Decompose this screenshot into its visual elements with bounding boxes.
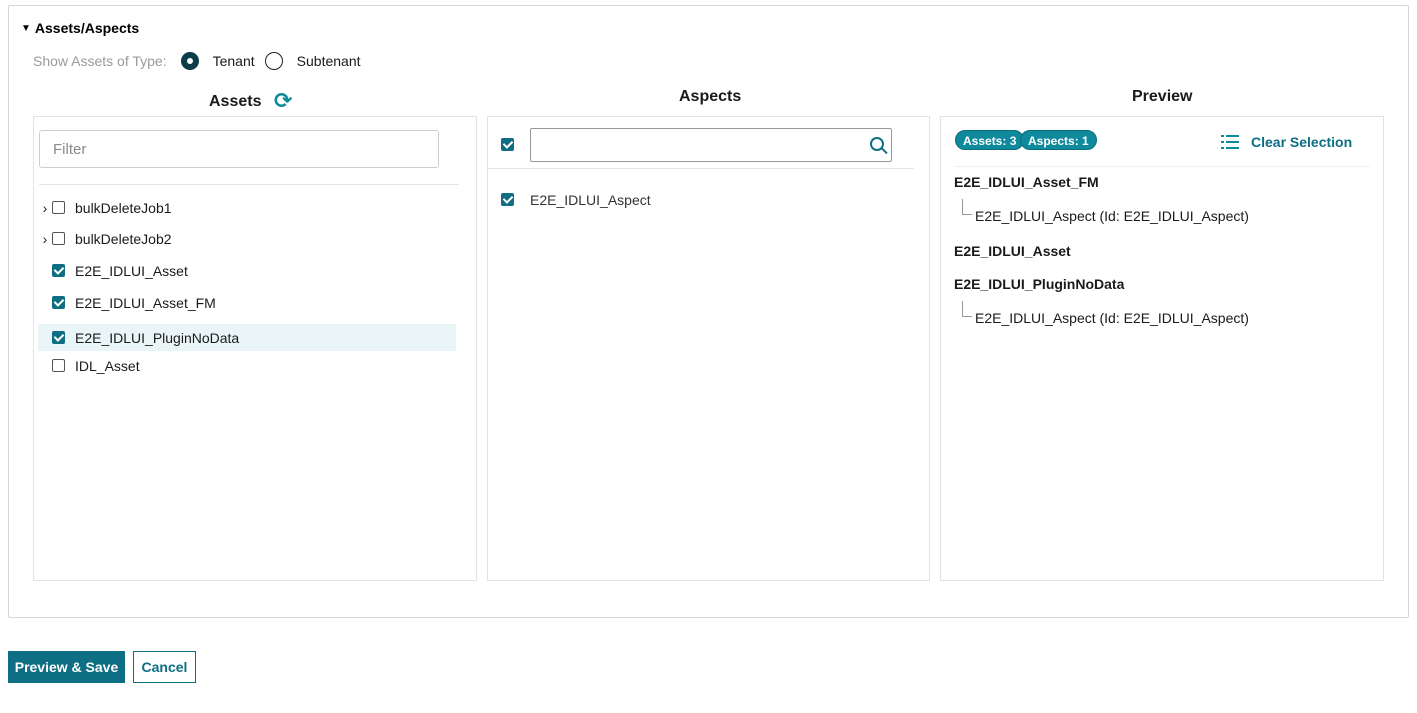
section-toggle[interactable]: ▼ Assets/Aspects [21, 20, 139, 36]
checkbox[interactable] [52, 296, 65, 309]
tree-item-bulkdeletejob2[interactable]: › bulkDeleteJob2 [38, 225, 456, 252]
search-icon[interactable] [870, 137, 884, 151]
asset-type-label: Show Assets of Type: [33, 53, 167, 69]
tree-item-label: E2E_IDLUI_PluginNoData [75, 329, 240, 346]
aspect-item[interactable]: E2E_IDLUI_Aspect [501, 186, 901, 213]
select-all-checkbox[interactable] [501, 138, 514, 151]
preview-aspect-3: E2E_IDLUI_Aspect (Id: E2E_IDLUI_Aspect) [975, 310, 1249, 326]
preview-asset-3: E2E_IDLUI_PluginNoData [954, 276, 1125, 292]
asset-type-selector: Show Assets of Type: Tenant Subtenant [33, 52, 371, 70]
list-icon [1221, 134, 1239, 150]
checkbox[interactable] [52, 331, 65, 344]
aspects-title: Aspects [679, 88, 742, 105]
preview-asset-1: E2E_IDLUI_Asset_FM [954, 174, 1099, 190]
assets-aspects-section: ▼ Assets/Aspects Show Assets of Type: Te… [8, 5, 1409, 618]
clear-selection-label: Clear Selection [1251, 134, 1353, 150]
caret-down-icon: ▼ [21, 22, 31, 34]
tree-item-idl-asset[interactable]: IDL_Asset [38, 352, 456, 379]
chevron-right-icon[interactable]: › [38, 200, 52, 216]
filter-input[interactable] [39, 130, 439, 168]
tree-item-label: bulkDeleteJob2 [75, 230, 172, 247]
aspects-divider [488, 168, 914, 169]
preview-panel: Assets: 3 Aspects: 1 Clear Selection E2E… [940, 116, 1384, 581]
preview-aspect-1: E2E_IDLUI_Aspect (Id: E2E_IDLUI_Aspect) [975, 208, 1249, 224]
clear-selection-button[interactable]: Clear Selection [1221, 134, 1352, 150]
radio-tenant-label[interactable]: Tenant [213, 53, 255, 69]
tree-item-label: E2E_IDLUI_Asset_FM [75, 294, 216, 311]
radio-subtenant-label[interactable]: Subtenant [297, 53, 361, 69]
checkbox[interactable] [501, 193, 514, 206]
checkbox[interactable] [52, 359, 65, 372]
assets-title: Assets ⟳ [209, 88, 292, 114]
preview-divider [954, 166, 1370, 167]
preview-save-button[interactable]: Preview & Save [8, 651, 125, 683]
aspects-panel: E2E_IDLUI_Aspect [487, 116, 930, 581]
tree-item-label: bulkDeleteJob1 [75, 199, 172, 216]
aspect-search-input[interactable] [530, 128, 892, 162]
aspect-item-label: E2E_IDLUI_Aspect [530, 191, 651, 208]
tree-item-e2e-idlui-pluginnodata[interactable]: E2E_IDLUI_PluginNoData [38, 324, 456, 351]
preview-title: Preview [1132, 88, 1193, 105]
tree-item-e2e-idlui-asset-fm[interactable]: E2E_IDLUI_Asset_FM [38, 289, 456, 316]
radio-subtenant[interactable] [264, 52, 283, 70]
tree-connector [962, 199, 972, 215]
radio-tenant[interactable] [180, 52, 199, 70]
tree-item-e2e-idlui-asset[interactable]: E2E_IDLUI_Asset [38, 257, 456, 284]
assets-panel: › bulkDeleteJob1 › bulkDeleteJob2 E2E_ID… [33, 116, 477, 581]
preview-asset-2: E2E_IDLUI_Asset [954, 243, 1071, 259]
checkbox[interactable] [52, 201, 65, 214]
tree-item-label: E2E_IDLUI_Asset [75, 262, 188, 279]
aspects-count-badge: Aspects: 1 [1020, 130, 1097, 150]
cancel-button[interactable]: Cancel [133, 651, 196, 683]
checkbox[interactable] [52, 232, 65, 245]
tree-item-bulkdeletejob1[interactable]: › bulkDeleteJob1 [38, 194, 456, 221]
refresh-icon[interactable]: ⟳ [274, 88, 292, 113]
section-title: Assets/Aspects [34, 20, 140, 36]
assets-count-badge: Assets: 3 [955, 130, 1025, 150]
chevron-right-icon[interactable]: › [38, 231, 52, 247]
tree-connector [962, 301, 972, 317]
checkbox[interactable] [52, 264, 65, 277]
assets-title-text: Assets [209, 93, 262, 110]
assets-divider [39, 184, 459, 185]
tree-item-label: IDL_Asset [75, 357, 140, 374]
